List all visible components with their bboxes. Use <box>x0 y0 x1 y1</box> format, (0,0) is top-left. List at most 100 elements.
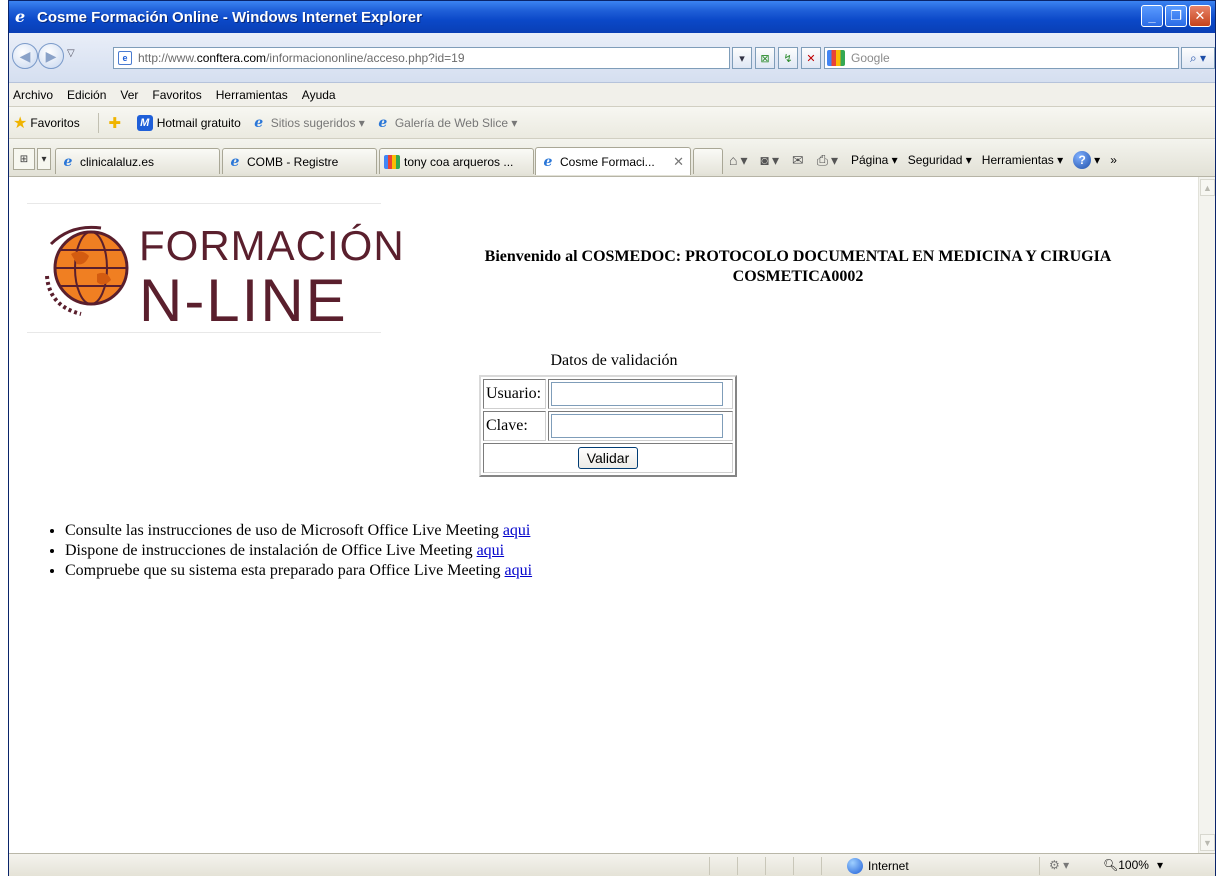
url-prefix: http://www. <box>138 51 197 65</box>
fav-suggested-sites[interactable]: e Sitios sugeridos ▾ <box>251 115 365 131</box>
ie-logo-icon: e <box>15 7 26 26</box>
star-icon: ★ <box>13 114 28 132</box>
menu-ver[interactable]: Ver <box>120 88 138 102</box>
favorites-label: Favoritos <box>30 115 80 130</box>
tab-google-search[interactable]: tony coa arqueros ... <box>379 148 534 174</box>
favorites-button[interactable]: ★ Favoritos <box>13 113 80 133</box>
tab-cosme-formacion[interactable]: e Cosme Formaci... ✕ <box>535 147 691 175</box>
history-dropdown[interactable]: ▽ <box>67 48 75 59</box>
divider <box>97 112 99 133</box>
back-button[interactable]: ◀ <box>12 43 38 69</box>
logo-text-formacion: FORMACIÓN <box>139 222 405 269</box>
validar-button[interactable]: Validar <box>577 447 639 469</box>
user-field[interactable] <box>551 382 724 406</box>
maximize-button[interactable]: ❐ <box>1165 5 1187 27</box>
security-menu[interactable]: Seguridad ▾ <box>908 153 972 167</box>
search-input[interactable]: Google <box>824 47 1179 69</box>
more-commands-button[interactable]: » <box>1110 153 1117 167</box>
page-icon: e <box>378 114 388 131</box>
window-title: Cosme Formación Online - Windows Interne… <box>37 8 422 26</box>
list-item: Dispone de instrucciones de instalación … <box>65 541 532 561</box>
tab-clinicalaluz[interactable]: e clinicalaluz.es <box>55 148 220 174</box>
user-label: Usuario: <box>483 379 547 409</box>
page-icon: e <box>118 51 132 65</box>
window-controls: _ ❐ ✕ <box>1141 5 1211 27</box>
scroll-up-icon[interactable]: ▲ <box>1200 179 1215 196</box>
home-button[interactable]: ⌂ ▾ <box>729 152 751 169</box>
vertical-scrollbar[interactable]: ▲ ▼ <box>1198 177 1215 853</box>
tools-menu[interactable]: Herramientas ▾ <box>982 153 1063 167</box>
forward-button[interactable]: ▶ <box>38 43 64 69</box>
close-button[interactable]: ✕ <box>1189 5 1211 27</box>
zoom-control[interactable]: 🔍︎ 100% ▾ <box>1103 858 1163 872</box>
feeds-button[interactable]: ◙ ▾ <box>761 152 783 169</box>
system-check-link[interactable]: aqui <box>505 562 533 579</box>
welcome-line-1: Bienvenido al COSMEDOC: PROTOCOLO DOCUME… <box>484 248 1112 265</box>
install-link[interactable]: aqui <box>477 542 505 559</box>
page-content: FORMACIÓN N-LINE Bienvenido al COSMEDOC:… <box>9 177 1199 853</box>
url-domain: conftera.com <box>196 51 267 65</box>
login-form: Usuario: Clave: Validar <box>479 375 737 477</box>
divider <box>793 857 794 875</box>
address-toolbar: ◀ ▶ ▽ e http://www. conftera.com/informac… <box>9 33 1215 83</box>
tab-label: clinicalaluz.es <box>80 154 155 169</box>
protected-mode-icon[interactable]: ⚙ ▾ <box>1049 858 1069 872</box>
rss-icon: ◙ <box>760 152 769 168</box>
mail-button[interactable]: ✉ <box>792 152 807 169</box>
menu-edicion[interactable]: Edición <box>67 88 106 102</box>
security-zone[interactable]: Internet <box>847 858 909 874</box>
logo-text-online: N-LINE <box>139 267 348 334</box>
address-input[interactable]: e http://www. conftera.com/informaciononl… <box>113 47 730 69</box>
chevron-down-icon: ▾ <box>830 151 838 168</box>
ie-icon: e <box>230 153 240 170</box>
chevron-down-icon: ▾ <box>1156 858 1163 872</box>
search-placeholder: Google <box>851 51 890 65</box>
tab-comb[interactable]: e COMB - Registre <box>222 148 377 174</box>
command-bar: ⌂ ▾ ◙ ▾ ✉ ⎙ ▾ Página ▾ Seguridad ▾ Herramie… <box>729 151 1127 169</box>
divider <box>821 857 822 875</box>
menu-herramientas[interactable]: Herramientas <box>216 88 288 102</box>
tab-list-button[interactable]: ▾ <box>37 148 51 170</box>
fav-hotmail[interactable]: M Hotmail gratuito <box>136 114 241 131</box>
google-icon <box>384 154 400 169</box>
list-item: Compruebe que su sistema esta preparado … <box>65 561 532 581</box>
stop-icon[interactable]: ✕ <box>801 47 821 69</box>
url-path: /informaciononline/acceso.php?id=19 <box>266 51 465 65</box>
minimize-button[interactable]: _ <box>1141 5 1163 27</box>
compatibility-view-icon[interactable]: ⊠ <box>755 47 775 69</box>
print-button[interactable]: ⎙ ▾ <box>817 152 841 169</box>
add-favorite-button[interactable]: ✚ <box>107 115 127 132</box>
instructions-link[interactable]: aqui <box>503 522 531 539</box>
zoom-level: 100% <box>1118 858 1149 872</box>
menu-bar: Archivo Edición Ver Favoritos Herramient… <box>9 83 1215 107</box>
list-item: Consulte las instrucciones de uso de Mic… <box>65 521 532 541</box>
help-icon: ? <box>1073 151 1092 169</box>
divider <box>1039 857 1040 875</box>
favorites-bar: ★ Favoritos ✚ M Hotmail gratuito e Sitio… <box>9 107 1215 139</box>
zone-label: Internet <box>868 859 909 873</box>
close-tab-icon[interactable]: ✕ <box>673 154 684 170</box>
search-button[interactable]: ⌕ ▾ <box>1181 47 1215 69</box>
fav-suggested-label: Sitios sugeridos ▾ <box>270 115 365 130</box>
validation-caption: Datos de validación <box>550 352 678 369</box>
formacion-online-logo: FORMACIÓN N-LINE <box>27 203 404 334</box>
welcome-line-2: COSMETICA0002 <box>732 268 864 285</box>
page-menu[interactable]: Página ▾ <box>851 153 898 167</box>
address-dropdown-button[interactable]: ▾ <box>732 47 752 69</box>
fav-web-slice-gallery[interactable]: e Galería de Web Slice ▾ <box>375 114 518 131</box>
quick-tabs-button[interactable]: ⊞ <box>13 148 35 170</box>
globe-icon <box>45 225 129 316</box>
menu-favoritos[interactable]: Favoritos <box>152 88 201 102</box>
ie-icon: e <box>254 114 264 131</box>
fav-hotmail-label: Hotmail gratuito <box>156 115 241 130</box>
refresh-icon[interactable]: ↯ <box>778 47 798 69</box>
help-button[interactable]: ? ▾ <box>1073 151 1100 169</box>
ie-icon: e <box>543 153 553 170</box>
new-tab-button[interactable] <box>693 148 723 174</box>
fav-webslice-label: Galería de Web Slice ▾ <box>394 115 518 130</box>
menu-ayuda[interactable]: Ayuda <box>302 88 336 102</box>
scroll-down-icon[interactable]: ▼ <box>1200 834 1215 851</box>
divider <box>709 857 710 875</box>
menu-archivo[interactable]: Archivo <box>13 88 53 102</box>
password-field[interactable] <box>551 414 724 438</box>
